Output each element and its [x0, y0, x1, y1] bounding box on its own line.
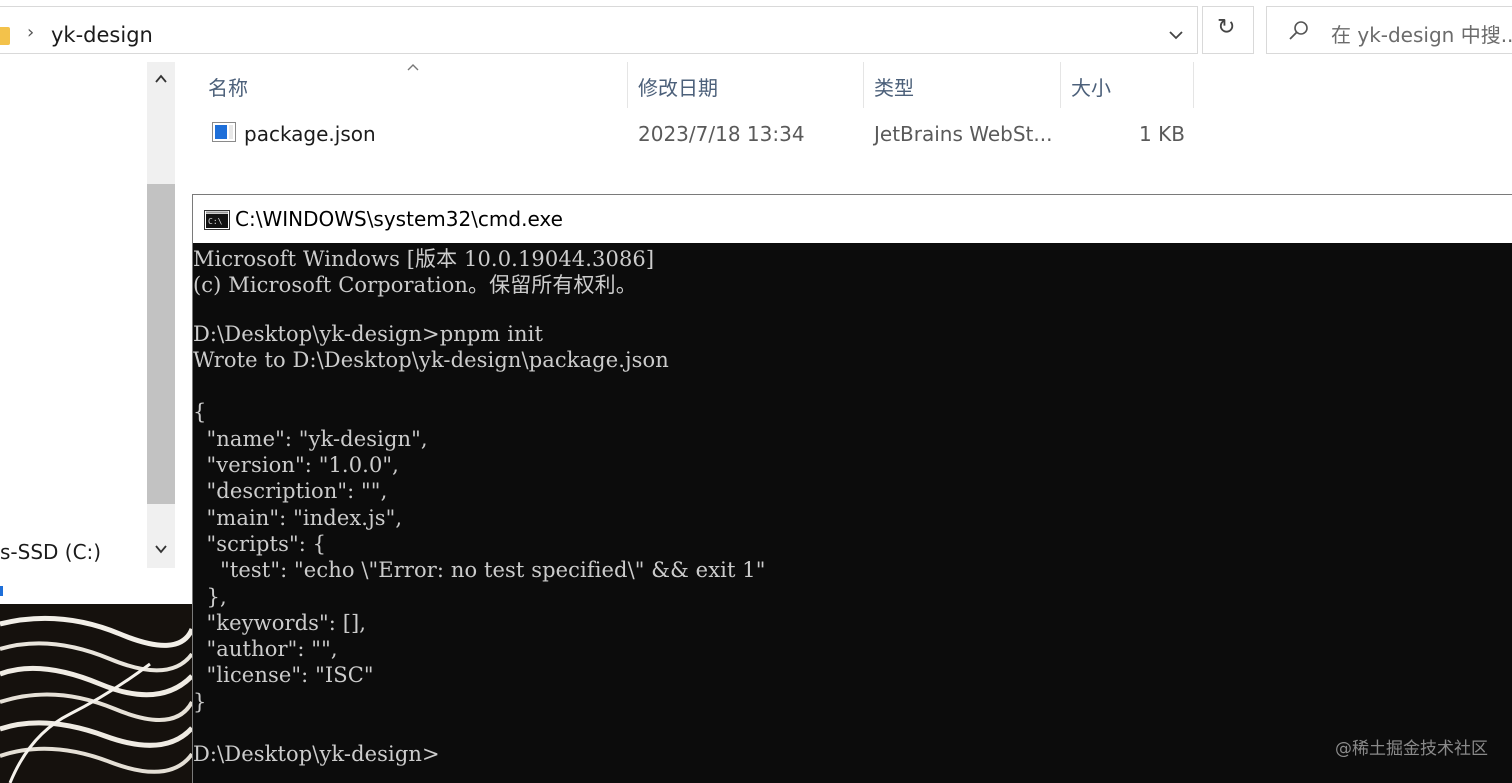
breadcrumb-chevron-icon[interactable]: › — [27, 22, 34, 43]
column-header-type[interactable]: 类型 — [864, 62, 1061, 108]
console-line: "test": "echo \"Error: no test specified… — [193, 558, 766, 582]
search-placeholder: 在 yk-design 中搜... — [1331, 23, 1512, 47]
address-bar[interactable]: › yk-design — [0, 6, 1198, 54]
console-line: "license": "ISC" — [193, 663, 374, 687]
column-header-modified[interactable]: 修改日期 — [628, 62, 864, 108]
cmd-title: C:\WINDOWS\system32\cmd.exe — [235, 207, 563, 231]
nav-item-drive-c[interactable]: s-SSD (C:) — [0, 540, 101, 564]
watermark: @稀土掘金技术社区 — [1335, 739, 1488, 759]
desktop-wallpaper — [0, 604, 192, 783]
wallpaper-pattern — [0, 604, 192, 783]
svg-text:C:\: C:\ — [208, 217, 223, 226]
console-line: "scripts": { — [193, 532, 327, 556]
column-header-label: 修改日期 — [638, 76, 718, 100]
json-file-icon — [212, 122, 236, 142]
column-header-label: 大小 — [1071, 76, 1111, 100]
console-line: }, — [193, 585, 227, 609]
chevron-down-icon[interactable] — [1164, 23, 1188, 47]
refresh-icon: ↻ — [1217, 15, 1236, 40]
cmd-titlebar[interactable]: C:\ C:\WINDOWS\system32\cmd.exe — [193, 195, 1512, 243]
file-name: package.json — [244, 122, 376, 146]
console-line: { — [193, 400, 207, 424]
column-header-name[interactable]: 名称 — [198, 62, 628, 108]
refresh-button[interactable]: ↻ — [1202, 6, 1254, 54]
console-line: "main": "index.js", — [193, 506, 403, 530]
cmd-app-icon: C:\ — [204, 210, 230, 230]
column-header-size[interactable]: 大小 — [1061, 62, 1194, 108]
console-line: D:\Desktop\yk-design>pnpm init — [193, 322, 543, 346]
column-header-label: 名称 — [208, 76, 248, 100]
console-line: "description": "", — [193, 479, 388, 503]
console-output[interactable]: Microsoft Windows [版本 10.0.19044.3086] (… — [193, 243, 1512, 783]
navigation-pane: s-SSD (C:) — [0, 62, 176, 604]
column-header-label: 类型 — [874, 76, 914, 100]
console-prompt: D:\Desktop\yk-design> — [193, 742, 440, 766]
console-line: "author": "", — [193, 637, 338, 661]
search-icon — [1289, 21, 1308, 40]
file-size: 1 KB — [1139, 122, 1185, 146]
scroll-thumb[interactable] — [147, 184, 175, 504]
nav-item-indicator — [0, 586, 3, 596]
breadcrumb-folder[interactable]: yk-design — [51, 23, 153, 47]
console-line: "version": "1.0.0", — [193, 453, 399, 477]
console-line: "keywords": [], — [193, 611, 367, 635]
console-line: } — [193, 690, 207, 714]
file-type: JetBrains WebSt... — [874, 122, 1053, 146]
file-modified: 2023/7/18 13:34 — [638, 122, 805, 146]
search-input[interactable]: 在 yk-design 中搜... — [1266, 6, 1512, 54]
chevron-down-icon[interactable] — [152, 540, 170, 558]
console-line: "name": "yk-design", — [193, 427, 428, 451]
chevron-up-icon[interactable] — [152, 70, 170, 88]
cmd-window[interactable]: C:\ C:\WINDOWS\system32\cmd.exe Microsof… — [192, 194, 1512, 783]
folder-icon — [0, 27, 10, 45]
console-line: (c) Microsoft Corporation。保留所有权利。 — [193, 273, 637, 297]
file-row[interactable]: package.json 2023/7/18 13:34 JetBrains W… — [196, 112, 1196, 156]
nav-scrollbar[interactable] — [147, 62, 175, 568]
console-line: Wrote to D:\Desktop\yk-design\package.js… — [193, 348, 669, 372]
